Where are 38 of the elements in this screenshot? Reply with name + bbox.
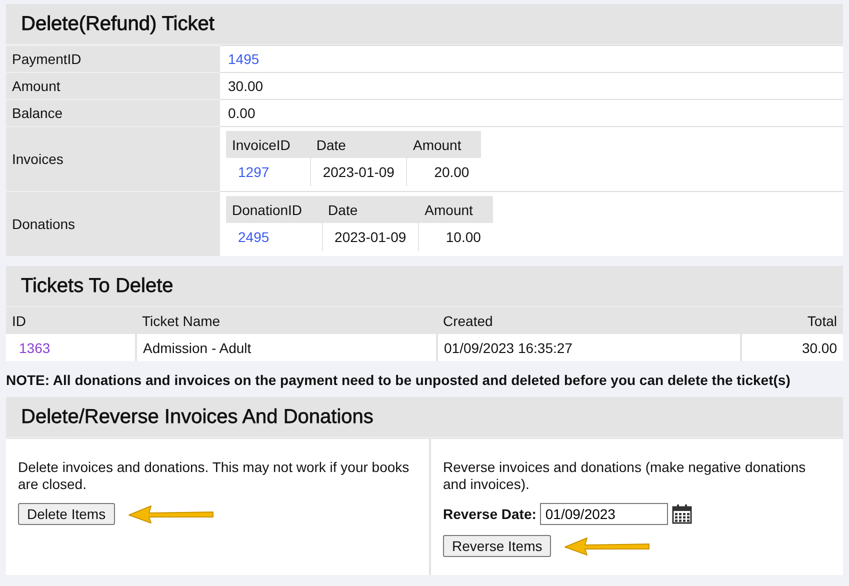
- column-header: ID: [6, 307, 136, 334]
- table-cell: 2023-01-09: [310, 158, 407, 186]
- field-value: 30.00: [228, 78, 264, 94]
- field-label: Balance: [12, 105, 63, 121]
- column-header: InvoiceID: [226, 131, 310, 158]
- id-link[interactable]: 2495: [238, 229, 270, 245]
- panel-title: Delete/Reverse Invoices And Donations: [6, 397, 843, 438]
- field-value: 0.00: [228, 105, 256, 121]
- column-header: Amount: [406, 131, 482, 158]
- column-header: Total: [740, 307, 843, 334]
- payment-id-link[interactable]: 1495: [228, 51, 260, 67]
- table-cell: 30.00: [740, 334, 843, 361]
- field-label: Amount: [12, 78, 60, 94]
- calendar-icon[interactable]: [672, 504, 692, 524]
- table-cell: Admission - Adult: [136, 334, 437, 361]
- column-header: Amount: [418, 196, 493, 223]
- column-header: Ticket Name: [136, 307, 437, 334]
- field-label: Donations: [12, 216, 76, 232]
- table-cell: 01/09/2023 16:35:27: [437, 334, 741, 361]
- reverse-date-field[interactable]: 01/09/2023: [540, 503, 668, 525]
- ticket-id-link[interactable]: 1363: [19, 340, 50, 356]
- reverse-date-label: Reverse Date:: [443, 506, 536, 522]
- column-header: Created: [437, 307, 741, 334]
- table-cell: 20.00: [406, 158, 482, 186]
- id-link[interactable]: 1297: [238, 164, 270, 180]
- reverse-description: Reverse invoices and donations (make negative donations and invoices).: [443, 459, 807, 493]
- reverse-items-button[interactable]: Reverse Items: [443, 535, 552, 557]
- column-header: Date: [310, 131, 407, 158]
- delete-description: Delete invoices and donations. This may not work if your books are closed.: [18, 459, 410, 493]
- delete-items-button[interactable]: Delete Items: [18, 503, 115, 525]
- field-label: Invoices: [12, 151, 64, 167]
- column-header: DonationID: [226, 196, 322, 223]
- panel-title: Tickets To Delete: [6, 266, 843, 307]
- table-cell: 2023-01-09: [322, 223, 419, 251]
- table-cell: 10.00: [418, 223, 493, 251]
- note-text: NOTE: All donations and invoices on the payment need to be unposted and deleted before you can delete the ticket(s): [5, 371, 792, 390]
- field-label: PaymentID: [12, 51, 82, 67]
- column-header: Date: [322, 196, 419, 223]
